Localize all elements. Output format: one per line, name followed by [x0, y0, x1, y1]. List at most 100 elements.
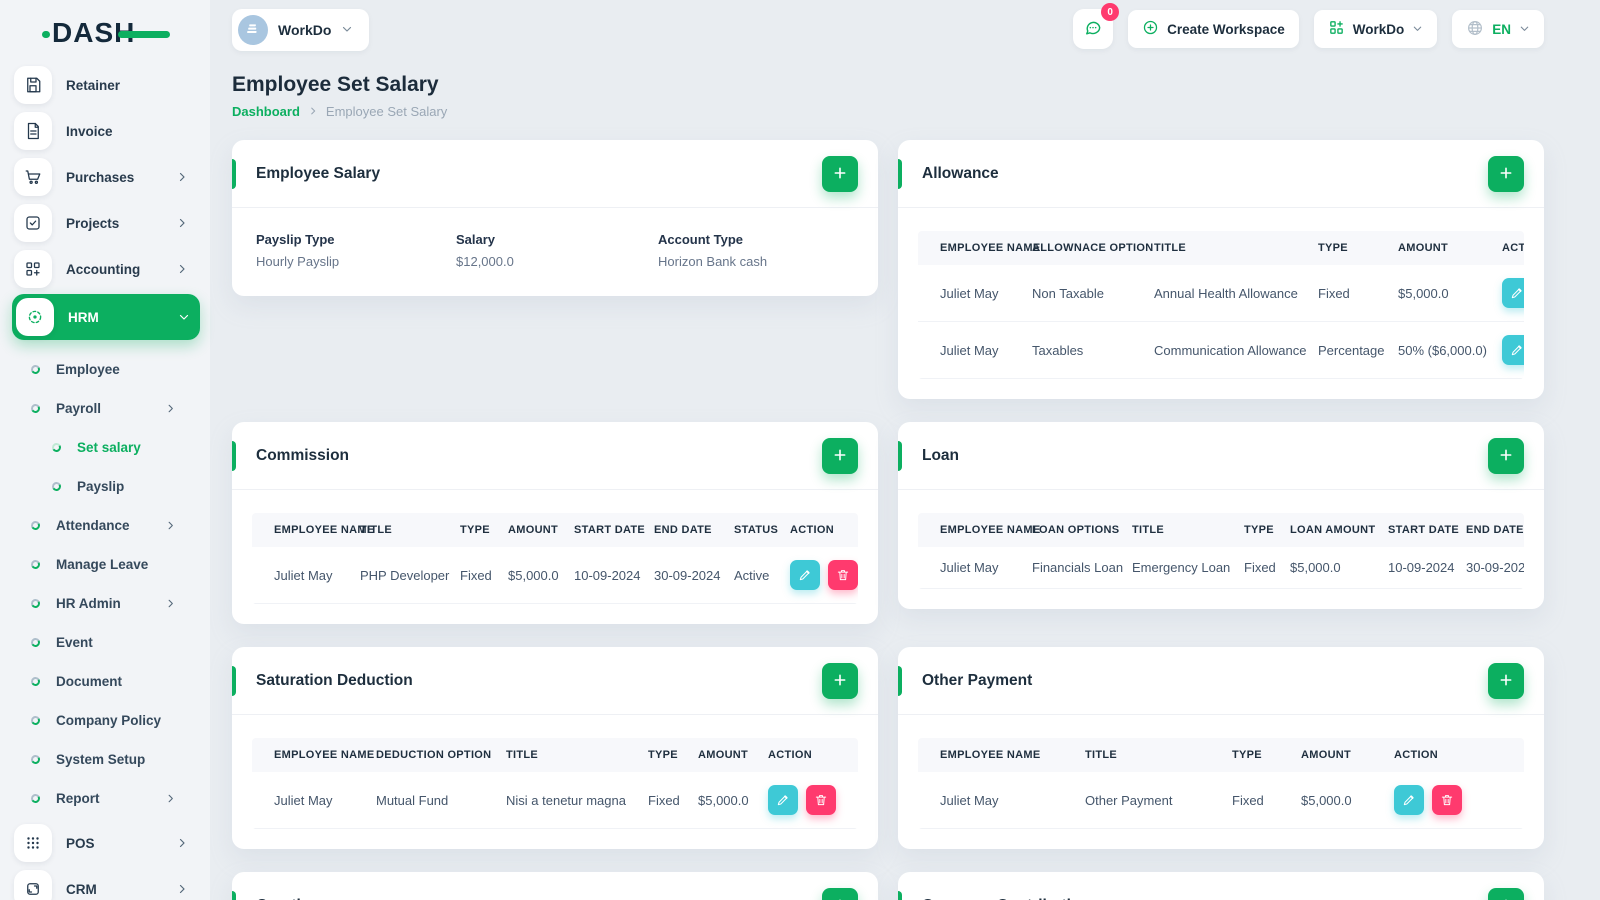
sidebar-item-purchases[interactable]: Purchases [14, 156, 198, 198]
add-commission-button[interactable] [822, 438, 858, 474]
chevron-down-icon [341, 23, 353, 38]
loan-table: EMPLOYEE NAME LOAN OPTIONS TITLE TYPE LO… [918, 513, 1524, 589]
table-header-row: EMPLOYEE NAME ALLOWNACE OPTION TITLE TYP… [918, 231, 1524, 265]
sidebar-item-label: Purchases [66, 169, 135, 185]
plus-icon [1498, 897, 1514, 900]
loan-card: Loan EMPLOYEE NAME LOAN OPTIONS TITLE TY… [898, 422, 1544, 609]
card-header: Allowance [898, 140, 1544, 208]
card-accent-bar [232, 891, 236, 900]
sidebar-item-label: Retainer [66, 77, 121, 93]
overtime-card: Overtime [232, 872, 878, 900]
sidebar-item-set-salary[interactable]: Set salary [14, 428, 198, 467]
add-company-contribution-button[interactable] [1488, 888, 1524, 900]
chevron-right-icon [165, 403, 176, 414]
workdo-menu-button[interactable]: WorkDo [1313, 10, 1438, 48]
add-other-payment-button[interactable] [1488, 663, 1524, 699]
table-row: Juliet May Other Payment Fixed $5,000.0 [918, 772, 1524, 829]
sidebar-nav: Retainer Invoice Purchases Projects Acco… [0, 64, 210, 900]
edit-button[interactable] [1394, 785, 1424, 815]
card-header: Saturation Deduction [232, 647, 878, 715]
other-payment-card: Other Payment EMPLOYEE NAME TITLE TYPE A… [898, 647, 1544, 849]
language-selector[interactable]: EN [1452, 10, 1544, 48]
chat-bubble-icon [1083, 18, 1103, 41]
create-workspace-button[interactable]: Create Workspace [1128, 10, 1299, 48]
sidebar-item-event[interactable]: Event [14, 623, 198, 662]
sidebar-item-employee[interactable]: Employee [14, 350, 198, 389]
pos-grid-icon [14, 824, 52, 862]
sidebar-item-label: Invoice [66, 123, 113, 139]
breadcrumb-current: Employee Set Salary [325, 104, 448, 119]
plus-icon [832, 165, 848, 184]
table-row: Juliet May Taxables Communication Allowa… [918, 321, 1524, 379]
create-workspace-label: Create Workspace [1167, 21, 1285, 37]
workspace-switcher[interactable]: WorkDo [232, 9, 370, 51]
workdo-menu-label: WorkDo [1352, 21, 1405, 37]
card-accent-bar [898, 891, 902, 900]
card-header: Overtime [232, 872, 878, 900]
chevron-right-icon [176, 263, 188, 275]
edit-button[interactable] [1502, 278, 1524, 308]
sidebar-item-manage-leave[interactable]: Manage Leave [14, 545, 198, 584]
card-accent-bar [232, 441, 236, 471]
plus-icon [1498, 672, 1514, 691]
chat-button[interactable]: 0 [1073, 3, 1120, 49]
sidebar-item-invoice[interactable]: Invoice [14, 110, 198, 152]
delete-button[interactable] [806, 785, 836, 815]
card-title: Saturation Deduction [256, 671, 413, 689]
sidebar-item-accounting[interactable]: Accounting [14, 248, 198, 290]
sidebar-item-hr-admin[interactable]: HR Admin [14, 584, 198, 623]
sidebar-item-hrm[interactable]: HRM [12, 294, 200, 340]
chevron-right-icon [176, 171, 188, 183]
sidebar-item-label: POS [66, 835, 95, 851]
card-accent-bar [232, 666, 236, 696]
invoice-icon [14, 112, 52, 150]
saturation-deduction-table: EMPLOYEE NAME DEDUCTION OPTION TITLE TYP… [252, 738, 858, 829]
brand-logo[interactable]: DASH [42, 16, 170, 50]
sidebar-item-system-setup[interactable]: System Setup [14, 740, 198, 779]
sidebar-item-payroll[interactable]: Payroll [14, 389, 198, 428]
add-loan-button[interactable] [1488, 438, 1524, 474]
delete-button[interactable] [828, 560, 858, 590]
delete-button[interactable] [1432, 785, 1462, 815]
bullet-icon [29, 597, 42, 610]
card-header: Other Payment [898, 647, 1544, 715]
chevron-right-icon [176, 837, 188, 849]
sidebar-item-pos[interactable]: POS [14, 822, 198, 864]
edit-button[interactable] [1502, 335, 1524, 365]
commission-card: Commission EMPLOYEE NAME TITLE TYPE AMOU… [232, 422, 878, 624]
table-header-row: EMPLOYEE NAME TITLE TYPE AMOUNT START DA… [252, 513, 858, 547]
card-header: Commission [232, 422, 878, 490]
sidebar-item-document[interactable]: Document [14, 662, 198, 701]
add-employee-salary-button[interactable] [822, 156, 858, 192]
chevron-right-icon [176, 883, 188, 895]
breadcrumb-dashboard-link[interactable]: Dashboard [232, 104, 300, 119]
edit-button[interactable] [768, 785, 798, 815]
bullet-icon [50, 441, 63, 454]
main-area: WorkDo 0 Create Workspace WorkDo EN Empl… [210, 0, 1600, 900]
add-overtime-button[interactable] [822, 888, 858, 900]
sidebar-item-projects[interactable]: Projects [14, 202, 198, 244]
table-row: Juliet May Non Taxable Annual Health All… [918, 265, 1524, 322]
field-account-type: Account Type Horizon Bank cash [658, 232, 768, 269]
sidebar-item-crm[interactable]: CRM [14, 868, 198, 900]
workspace-label: WorkDo [278, 22, 332, 38]
field-salary: Salary $12,000.0 [456, 232, 514, 269]
card-accent-bar [898, 441, 902, 471]
card-header: Employee Salary [232, 140, 878, 208]
sidebar-item-payslip[interactable]: Payslip [14, 467, 198, 506]
sidebar-item-attendance[interactable]: Attendance [14, 506, 198, 545]
sidebar-item-report[interactable]: Report [14, 779, 198, 818]
page-head: Employee Set Salary Dashboard Employee S… [232, 72, 1544, 119]
table-header-row: EMPLOYEE NAME LOAN OPTIONS TITLE TYPE LO… [918, 513, 1524, 547]
sidebar-item-company-policy[interactable]: Company Policy [14, 701, 198, 740]
allowance-table: EMPLOYEE NAME ALLOWNACE OPTION TITLE TYP… [918, 231, 1524, 379]
edit-button[interactable] [790, 560, 820, 590]
add-saturation-deduction-button[interactable] [822, 663, 858, 699]
bullet-icon [29, 519, 42, 532]
add-allowance-button[interactable] [1488, 156, 1524, 192]
chevron-down-icon [1519, 22, 1530, 37]
other-payment-table: EMPLOYEE NAME TITLE TYPE AMOUNT ACTION J… [918, 738, 1524, 829]
bullet-icon [29, 363, 42, 376]
card-accent-bar [232, 159, 236, 189]
sidebar-item-retainer[interactable]: Retainer [14, 64, 198, 106]
